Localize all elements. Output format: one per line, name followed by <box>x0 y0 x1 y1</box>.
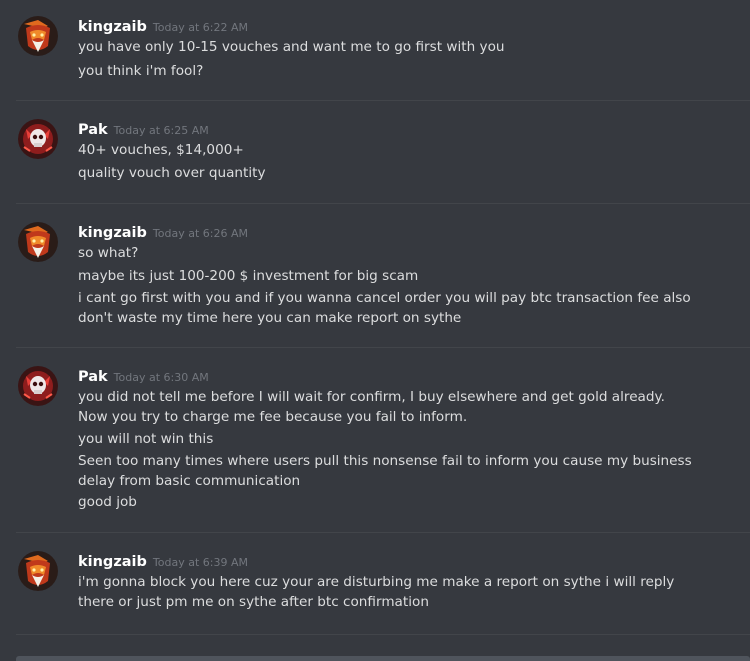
message-header: Pak Today at 6:25 AM <box>78 119 209 138</box>
message-header: Pak Today at 6:30 AM <box>78 366 209 385</box>
message-divider <box>16 347 750 348</box>
timestamp: Today at 6:39 AM <box>152 556 248 569</box>
message-text: i cant go first with you and if you wann… <box>78 290 691 326</box>
wizard-avatar-icon <box>18 16 58 56</box>
message-text: you did not tell me before I will wait f… <box>78 389 665 425</box>
message-text: you have only 10-15 vouches and want me … <box>78 39 505 55</box>
timestamp: Today at 6:22 AM <box>152 21 248 34</box>
message-text: you will not win this <box>78 431 214 447</box>
wizard-avatar-icon <box>18 222 58 262</box>
avatar-kingzaib[interactable] <box>18 222 58 262</box>
avatar-kingzaib[interactable] <box>18 551 58 591</box>
horizontal-scrollbar[interactable] <box>16 656 750 661</box>
message-header: kingzaib Today at 6:39 AM <box>78 551 248 570</box>
avatar-kingzaib[interactable] <box>18 16 58 56</box>
avatar-pak[interactable] <box>18 366 58 406</box>
skull-avatar-icon <box>18 366 58 406</box>
message-text: 40+ vouches, $14,000+ <box>78 142 244 158</box>
timestamp: Today at 6:30 AM <box>113 371 209 384</box>
message-text: you think i'm fool? <box>78 63 204 79</box>
message-divider <box>16 634 750 635</box>
message-text: quality vouch over quantity <box>78 165 266 181</box>
message-divider <box>16 532 750 533</box>
skull-avatar-icon <box>18 119 58 159</box>
username[interactable]: kingzaib <box>78 19 147 35</box>
message-text: so what? <box>78 245 139 261</box>
message-divider <box>16 100 750 101</box>
message-header: kingzaib Today at 6:22 AM <box>78 16 248 35</box>
username[interactable]: kingzaib <box>78 554 147 570</box>
avatar-pak[interactable] <box>18 119 58 159</box>
username[interactable]: Pak <box>78 369 108 385</box>
message-text: maybe its just 100-200 $ investment for … <box>78 268 419 284</box>
message-text: Seen too many times where users pull thi… <box>78 453 692 489</box>
message-text: good job <box>78 494 137 510</box>
timestamp: Today at 6:26 AM <box>152 227 248 240</box>
message-header: kingzaib Today at 6:26 AM <box>78 222 248 241</box>
wizard-avatar-icon <box>18 551 58 591</box>
username[interactable]: kingzaib <box>78 225 147 241</box>
username[interactable]: Pak <box>78 122 108 138</box>
timestamp: Today at 6:25 AM <box>113 124 209 137</box>
message-divider <box>16 203 750 204</box>
message-text: i'm gonna block you here cuz your are di… <box>78 574 675 610</box>
